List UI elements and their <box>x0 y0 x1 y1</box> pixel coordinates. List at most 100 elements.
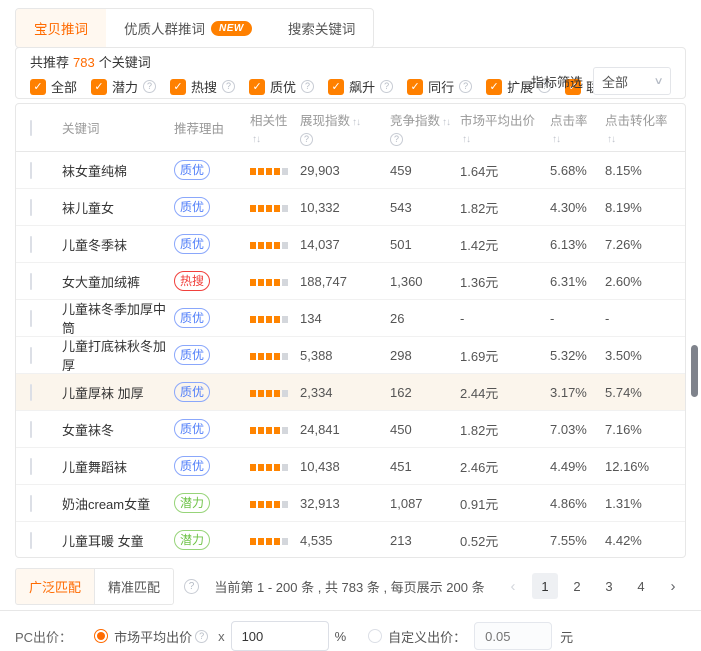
ctr-cell: 4.30% <box>550 200 605 215</box>
checkbox-checked-icon[interactable]: ✓ <box>170 79 186 95</box>
page-button-3[interactable]: 3 <box>596 573 622 599</box>
checkbox-checked-icon[interactable]: ✓ <box>249 79 265 95</box>
ctr-value: 6.31% <box>550 274 587 289</box>
row-checkbox[interactable] <box>30 384 32 401</box>
ctr-value: 4.86% <box>550 496 587 511</box>
table-row[interactable]: 儿童袜冬季加厚中筒质优13426--- <box>16 300 685 337</box>
sort-icon[interactable]: ↑↓ <box>607 134 615 145</box>
reason-cell: 质优 <box>174 382 250 402</box>
broad-match-button[interactable]: 广泛匹配 <box>15 568 95 605</box>
select-all-checkbox[interactable] <box>30 120 32 136</box>
page-button-1[interactable]: 1 <box>532 573 558 599</box>
relevance-bar-segment <box>250 168 256 175</box>
market-bid-radio[interactable] <box>94 629 108 643</box>
help-icon[interactable]: ? <box>300 133 313 146</box>
table-row[interactable]: 奶油cream女童潜力32,9131,0870.91元4.86%1.31% <box>16 485 685 522</box>
checkbox-checked-icon[interactable]: ✓ <box>486 79 502 95</box>
filter-checkbox-潜力[interactable]: ✓潜力? <box>91 77 156 96</box>
row-checkbox[interactable] <box>30 162 32 179</box>
market-bid-help-icon[interactable]: ? <box>195 630 208 643</box>
help-icon[interactable]: ? <box>143 80 156 93</box>
column-header-4[interactable]: 展现指数↑↓? <box>300 110 390 146</box>
filter-checkbox-label: 同行 <box>428 77 454 96</box>
match-type-help-icon[interactable]: ? <box>184 579 199 594</box>
custom-bid-input[interactable] <box>474 622 552 650</box>
filter-checkbox-全部[interactable]: ✓全部 <box>30 77 77 96</box>
table-row[interactable]: 儿童冬季袜质优14,0375011.42元6.13%7.26% <box>16 226 685 263</box>
help-icon[interactable]: ? <box>380 80 393 93</box>
relevance-bars <box>250 316 288 323</box>
page-button-4[interactable]: 4 <box>628 573 654 599</box>
table-row[interactable]: 袜儿童女质优10,3325431.82元4.30%8.19% <box>16 189 685 226</box>
sort-icon[interactable]: ↑↓ <box>252 134 260 145</box>
filter-checkbox-热搜[interactable]: ✓热搜? <box>170 77 235 96</box>
relevance-bar-segment <box>266 353 272 360</box>
help-icon[interactable]: ? <box>459 80 472 93</box>
row-checkbox[interactable] <box>30 310 32 327</box>
relevance-bar-segment <box>258 501 264 508</box>
reason-cell: 质优 <box>174 308 250 328</box>
table-row[interactable]: 儿童耳暖 女童潜力4,5352130.52元7.55%4.42% <box>16 522 685 558</box>
row-checkbox[interactable] <box>30 421 32 438</box>
reason-badge: 质优 <box>174 308 210 328</box>
row-checkbox[interactable] <box>30 458 32 475</box>
checkbox-checked-icon[interactable]: ✓ <box>91 79 107 95</box>
row-checkbox[interactable] <box>30 347 32 364</box>
vertical-scrollbar-thumb[interactable] <box>691 345 698 397</box>
sort-icon[interactable]: ↑↓ <box>462 134 470 145</box>
sort-icon[interactable]: ↑↓ <box>552 134 560 145</box>
filter-checkbox-质优[interactable]: ✓ 质优? <box>249 77 314 96</box>
help-icon[interactable]: ? <box>222 80 235 93</box>
relevance-bar-segment <box>282 390 288 397</box>
relevance-bar-segment <box>250 390 256 397</box>
row-checkbox[interactable] <box>30 532 32 549</box>
table-row[interactable]: 儿童舞蹈袜质优10,4384512.46元4.49%12.16% <box>16 448 685 485</box>
table-row[interactable]: 女童袜冬质优24,8414501.82元7.03%7.16% <box>16 411 685 448</box>
column-header-6[interactable]: 市场平均出价↑↓ <box>460 110 550 145</box>
cvr-cell: 8.15% <box>605 163 685 178</box>
checkbox-checked-icon[interactable]: ✓ <box>407 79 423 95</box>
tab-2[interactable]: 优质人群推词NEW <box>106 9 270 47</box>
filter-checkbox-同行[interactable]: ✓ 同行? <box>407 77 472 96</box>
cvr-value: - <box>605 311 609 326</box>
tab-1[interactable]: 宝贝推词 <box>16 9 106 47</box>
column-header-7[interactable]: 点击率↑↓ <box>550 110 605 145</box>
help-icon[interactable]: ? <box>390 133 403 146</box>
checkbox-checked-icon[interactable]: ✓ <box>328 79 344 95</box>
relevance-bar-segment <box>258 353 264 360</box>
column-label: 相关性 <box>250 110 296 129</box>
help-icon[interactable]: ? <box>301 80 314 93</box>
pc-bid-label: PC出价： <box>15 627 72 646</box>
filter-checkbox-label: 质优 <box>270 77 296 96</box>
sort-icon[interactable]: ↑↓ <box>352 117 360 128</box>
row-checkbox[interactable] <box>30 495 32 512</box>
relevance-bars <box>250 538 288 545</box>
page-button-2[interactable]: 2 <box>564 573 590 599</box>
reason-cell: 潜力 <box>174 530 250 550</box>
custom-bid-radio[interactable] <box>368 629 382 643</box>
column-header-5[interactable]: 竞争指数↑↓? <box>390 110 460 146</box>
metric-filter-select[interactable]: 全部 ∨ <box>593 67 671 95</box>
row-checkbox[interactable] <box>30 199 32 216</box>
table-row[interactable]: 儿童打底袜秋冬加厚质优5,3882981.69元5.32%3.50% <box>16 337 685 374</box>
display-index-cell: 4,535 <box>300 533 390 548</box>
column-header-3[interactable]: 相关性 ↑↓ <box>250 110 300 145</box>
sort-icon[interactable]: ↑↓ <box>442 117 450 128</box>
table-row[interactable]: 儿童厚袜 加厚质优2,3341622.44元3.17%5.74% <box>16 374 685 411</box>
bid-percent-input[interactable] <box>231 621 329 651</box>
filter-checkbox-飙升[interactable]: ✓飙升? <box>328 77 393 96</box>
keyword-text: 奶油cream女童 <box>62 497 150 512</box>
ctr-cell: - <box>550 311 605 326</box>
display-index-value: 10,438 <box>300 459 340 474</box>
row-checkbox[interactable] <box>30 273 32 290</box>
next-page-button[interactable]: › <box>660 573 686 599</box>
relevance-bar-segment <box>266 242 272 249</box>
table-row[interactable]: 袜女童纯棉质优29,9034591.64元5.68%8.15% <box>16 152 685 189</box>
ctr-value: 7.03% <box>550 422 587 437</box>
row-checkbox[interactable] <box>30 236 32 253</box>
tab-3[interactable]: 搜索关键词 <box>270 9 374 47</box>
exact-match-button[interactable]: 精准匹配 <box>95 568 174 605</box>
table-row[interactable]: 女大童加绒裤热搜188,7471,3601.36元6.31%2.60% <box>16 263 685 300</box>
checkbox-checked-icon[interactable]: ✓ <box>30 79 46 95</box>
column-header-8[interactable]: 点击转化率↑↓ <box>605 110 685 145</box>
